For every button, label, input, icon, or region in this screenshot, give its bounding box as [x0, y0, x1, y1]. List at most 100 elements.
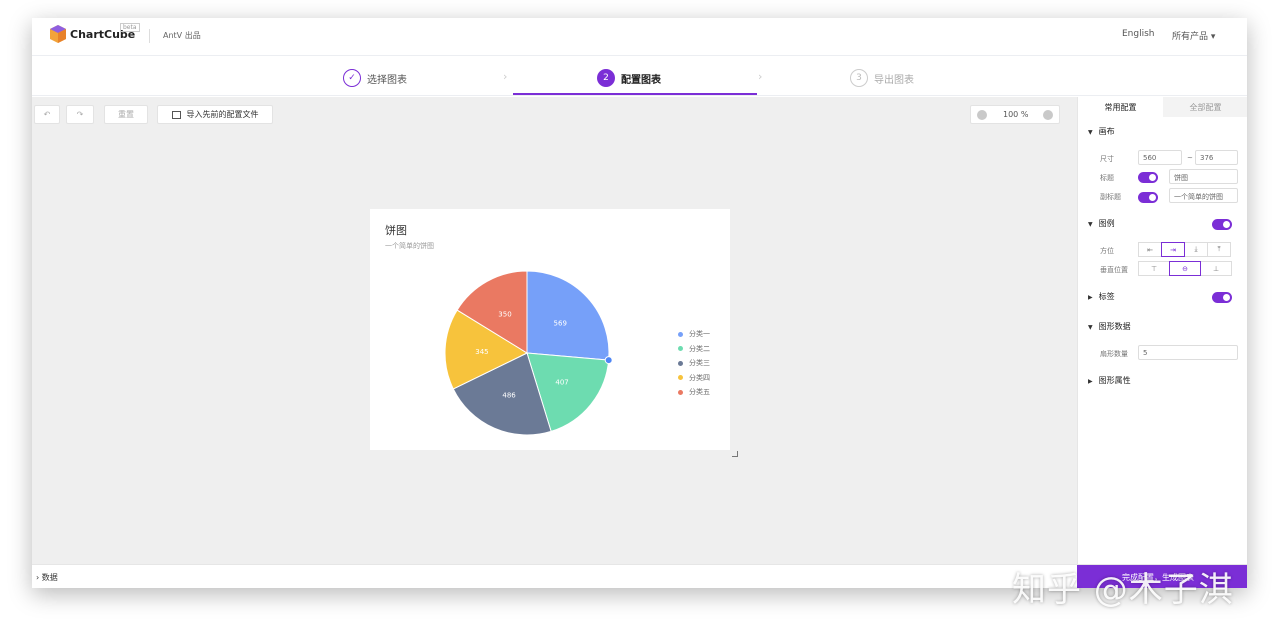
header-divider: [149, 29, 150, 43]
chart-card[interactable]: 饼图 一个简单的饼图 569 407 486 345 350 分类一 分类二 分类三 分类四分…: [370, 209, 730, 450]
zoom-control: 100 %: [970, 105, 1060, 124]
section-label: 标签: [1098, 292, 1115, 301]
legend-position-selector: ⇤ ⇥ ⤓ ⤒: [1138, 242, 1231, 257]
vertical-position-selector: ⊤ ⊖ ⊥: [1138, 261, 1232, 276]
pie-slice-1[interactable]: [526, 270, 610, 361]
legend-item[interactable]: 分类三: [678, 356, 710, 371]
chart-legend: 分类一分类二分类三分类四分类五: [678, 327, 710, 400]
label-toggle[interactable]: [1212, 292, 1232, 303]
legend-marker: [678, 346, 683, 352]
tab-all-config[interactable]: 全部配置: [1163, 97, 1247, 117]
caret-down-icon: ▼: [1088, 221, 1093, 228]
sector-count-input[interactable]: 5: [1138, 345, 1238, 360]
step-export-chart[interactable]: 3 导出图表: [850, 68, 914, 88]
align-top-icon[interactable]: ⊤: [1138, 261, 1170, 276]
step-select-chart[interactable]: ✓ 选择图表: [343, 68, 407, 88]
canvas-workspace: ↶ ↷ 重置 导入先前的配置文件 100 % 饼图 一个简单的饼图 569 407…: [32, 97, 1077, 564]
size-label: 尺寸: [1100, 155, 1114, 163]
check-icon: ✓: [343, 69, 361, 87]
legend-item[interactable]: 分类五: [678, 385, 710, 400]
slice-value-label: 407: [555, 378, 568, 386]
legend-label: 分类二: [689, 344, 710, 353]
slice-handle[interactable]: [604, 356, 613, 365]
zoom-in-button[interactable]: [1043, 110, 1053, 120]
align-middle-icon[interactable]: ⊖: [1169, 261, 1201, 276]
slice-value-label: 569: [554, 320, 567, 328]
position-right-icon[interactable]: ⇥: [1161, 242, 1185, 257]
section-canvas[interactable]: ▼ 画布: [1088, 126, 1115, 137]
section-shape-props[interactable]: ▶ 图形属性: [1088, 375, 1131, 386]
caret-down-icon: ▼: [1088, 324, 1093, 331]
app-window: ChartCube beta AntV 出品 English 所有产品 ▾ ✓ …: [32, 18, 1247, 588]
step-number: 3: [850, 69, 868, 87]
section-label-settings[interactable]: ▶ 标签: [1088, 291, 1115, 302]
chartcube-logo-icon: [50, 25, 66, 43]
step-number: 2: [597, 69, 615, 87]
position-left-icon[interactable]: ⇤: [1138, 242, 1162, 257]
legend-marker: [678, 360, 683, 366]
beta-badge: beta: [120, 23, 140, 32]
undo-button[interactable]: ↶: [34, 105, 60, 124]
caret-down-icon: ▼: [1088, 129, 1093, 136]
section-legend[interactable]: ▼ 图例: [1088, 218, 1115, 229]
zoom-level: 100 %: [1003, 110, 1029, 119]
legend-item[interactable]: 分类二: [678, 342, 710, 357]
watermark: 知乎 @木子淇: [1012, 570, 1234, 610]
pie-chart: 569 407 486 345 350: [444, 270, 613, 436]
legend-label: 分类三: [689, 359, 710, 368]
config-panel: 常用配置 全部配置 ▼ 画布 尺寸 560 ~ 376 标题 饼图 副标题 一个简…: [1077, 97, 1247, 564]
reset-button[interactable]: 重置: [104, 105, 148, 124]
title-toggle[interactable]: [1138, 172, 1158, 183]
legend-item[interactable]: 分类四: [678, 371, 710, 386]
title-label: 标题: [1100, 174, 1114, 182]
step-label: 选择图表: [367, 74, 407, 86]
legend-marker: [678, 375, 683, 381]
chevron-right-icon: ›: [758, 70, 763, 83]
tab-common-config[interactable]: 常用配置: [1078, 97, 1163, 117]
position-top-icon[interactable]: ⤒: [1207, 242, 1231, 257]
file-icon: [171, 110, 181, 119]
vertical-position-label: 垂直位置: [1100, 266, 1128, 274]
top-header: ChartCube beta AntV 出品 English 所有产品 ▾: [32, 18, 1247, 56]
legend-label: 分类一: [689, 330, 710, 339]
chevron-right-icon: ›: [503, 70, 508, 83]
legend-marker: [678, 389, 683, 395]
legend-label: 分类五: [689, 388, 710, 397]
title-input[interactable]: 饼图: [1169, 169, 1238, 184]
section-label: 画布: [1098, 127, 1115, 136]
align-bottom-icon[interactable]: ⊥: [1200, 261, 1232, 276]
legend-item[interactable]: 分类一: [678, 327, 710, 342]
subtitle-input[interactable]: 一个简单的饼图: [1169, 188, 1238, 203]
redo-button[interactable]: ↷: [66, 105, 94, 124]
size-separator: ~: [1187, 154, 1193, 162]
language-switch[interactable]: English: [1122, 29, 1155, 39]
section-shape-data[interactable]: ▼ 图形数据: [1088, 321, 1131, 332]
active-step-indicator: [513, 93, 757, 95]
step-configure-chart[interactable]: 2 配置图表: [597, 68, 661, 88]
slice-value-label: 345: [475, 348, 488, 356]
subtitle-label: 副标题: [1100, 193, 1121, 201]
step-label: 配置图表: [621, 74, 661, 86]
position-bottom-icon[interactable]: ⤓: [1184, 242, 1208, 257]
section-label: 图例: [1098, 219, 1115, 228]
legend-label: 分类四: [689, 373, 710, 382]
vendor-link[interactable]: AntV 出品: [163, 30, 201, 41]
sector-count-label: 扇形数量: [1100, 350, 1128, 358]
step-navigation: ✓ 选择图表 › 2 配置图表 › 3 导出图表: [32, 56, 1247, 96]
step-label: 导出图表: [874, 74, 914, 86]
data-toggle[interactable]: › 数据: [36, 572, 58, 583]
section-label: 图形数据: [1098, 322, 1131, 331]
products-menu[interactable]: 所有产品 ▾: [1172, 29, 1215, 42]
legend-marker: [678, 331, 683, 337]
legend-toggle[interactable]: [1212, 219, 1232, 230]
section-label: 图形属性: [1098, 376, 1131, 385]
zoom-out-button[interactable]: [977, 110, 987, 120]
import-config-button[interactable]: 导入先前的配置文件: [157, 105, 273, 124]
resize-handle[interactable]: [732, 451, 738, 457]
legend-position-label: 方位: [1100, 247, 1114, 255]
slice-value-label: 350: [498, 311, 511, 319]
subtitle-toggle[interactable]: [1138, 192, 1158, 203]
slice-value-label: 486: [502, 391, 516, 399]
width-input[interactable]: 560: [1138, 150, 1182, 165]
height-input[interactable]: 376: [1195, 150, 1238, 165]
